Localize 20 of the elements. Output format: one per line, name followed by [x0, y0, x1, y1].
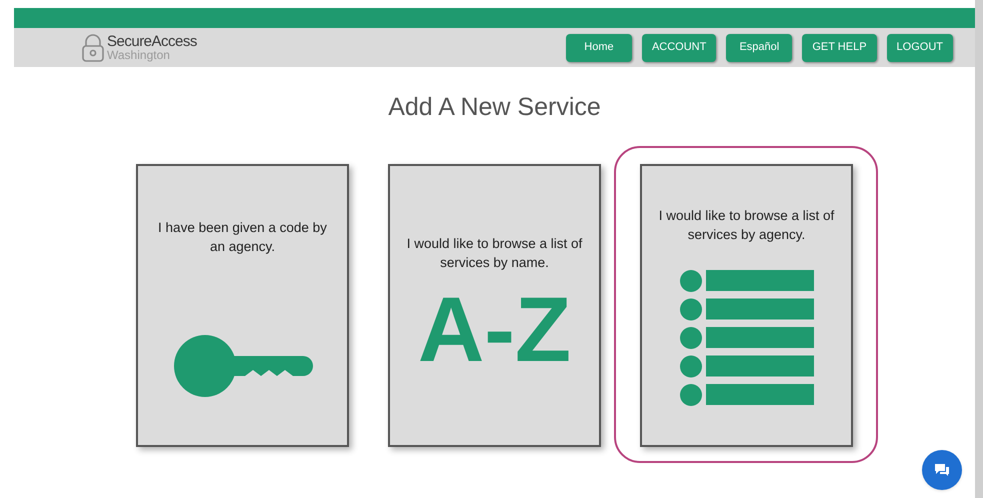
card-text: I would like to browse a list of services by name.: [406, 235, 584, 272]
nav-button[interactable]: LOGOUT: [886, 34, 953, 62]
nav-button[interactable]: GET HELP: [802, 34, 877, 62]
service-card[interactable]: I have been given a code by an agency.: [136, 164, 349, 447]
chat-icon: [934, 463, 950, 477]
nav-button[interactable]: ACCOUNT: [642, 34, 716, 62]
key-icon: [172, 334, 312, 398]
service-card[interactable]: I would like to browse a list of services by agency.: [640, 164, 853, 447]
nav-button[interactable]: Español: [726, 34, 792, 62]
chat-button[interactable]: [922, 450, 962, 490]
page-title: Add A New Service: [387, 92, 602, 122]
nav-button[interactable]: Home: [566, 34, 632, 62]
logo-name: SecureAccess: [107, 34, 197, 49]
list-icon: [680, 270, 814, 406]
logo-subtitle: Washington: [107, 49, 171, 61]
padlock-icon: [81, 34, 105, 62]
card-text: I have been given a code by an agency.: [157, 219, 328, 256]
card-text: I would like to browse a list of services by agency.: [658, 207, 836, 244]
a-z-glyph: A-Z: [418, 284, 572, 376]
service-card[interactable]: I would like to browse a list of services by name. A-Z: [388, 164, 601, 447]
